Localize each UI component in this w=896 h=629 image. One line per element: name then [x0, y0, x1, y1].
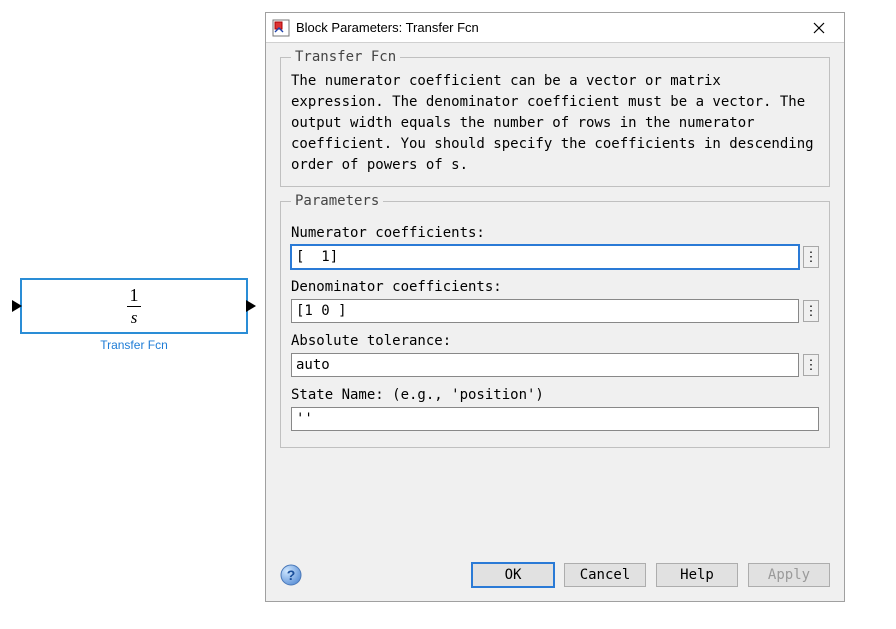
ok-button[interactable]: OK — [472, 563, 554, 587]
parameters-group: Parameters Numerator coefficients: ⋮ Den… — [280, 193, 830, 448]
dialog-titlebar[interactable]: Block Parameters: Transfer Fcn — [266, 13, 844, 43]
numerator-input[interactable] — [291, 245, 799, 269]
denominator-label: Denominator coefficients: — [291, 279, 819, 295]
parameters-legend: Parameters — [291, 193, 383, 209]
abstol-input[interactable] — [291, 353, 799, 377]
abstol-more-button[interactable]: ⋮ — [803, 354, 819, 376]
denominator-input[interactable] — [291, 299, 799, 323]
block-denominator: s — [131, 307, 138, 326]
help-button[interactable]: Help — [656, 563, 738, 587]
description-group: Transfer Fcn The numerator coefficient c… — [280, 49, 830, 187]
dialog-title: Block Parameters: Transfer Fcn — [296, 20, 798, 35]
state-name-input[interactable] — [291, 407, 819, 431]
state-name-label: State Name: (e.g., 'position') — [291, 387, 819, 403]
abstol-label: Absolute tolerance: — [291, 333, 819, 349]
output-port-icon — [246, 300, 256, 312]
block-numerator: 1 — [130, 286, 139, 306]
denominator-more-button[interactable]: ⋮ — [803, 300, 819, 322]
apply-button: Apply — [748, 563, 830, 587]
cancel-button[interactable]: Cancel — [564, 563, 646, 587]
dialog-button-bar: ? OK Cancel Help Apply — [266, 553, 844, 601]
description-legend: Transfer Fcn — [291, 49, 400, 65]
block-parameters-dialog: Block Parameters: Transfer Fcn Transfer … — [265, 12, 845, 602]
numerator-label: Numerator coefficients: — [291, 225, 819, 241]
transfer-fcn-block[interactable]: 1 s — [20, 278, 248, 334]
vdots-icon: ⋮ — [805, 251, 818, 264]
close-button[interactable] — [798, 13, 840, 42]
context-help-button[interactable]: ? — [280, 564, 302, 586]
simulink-icon — [272, 19, 290, 37]
numerator-more-button[interactable]: ⋮ — [803, 246, 819, 268]
vdots-icon: ⋮ — [805, 359, 818, 372]
block-label[interactable]: Transfer Fcn — [20, 338, 248, 352]
vdots-icon: ⋮ — [805, 305, 818, 318]
close-icon — [813, 22, 825, 34]
input-port-icon — [12, 300, 22, 312]
block-fraction: 1 s — [127, 286, 141, 326]
description-text: The numerator coefficient can be a vecto… — [291, 71, 819, 176]
svg-text:?: ? — [287, 567, 296, 583]
